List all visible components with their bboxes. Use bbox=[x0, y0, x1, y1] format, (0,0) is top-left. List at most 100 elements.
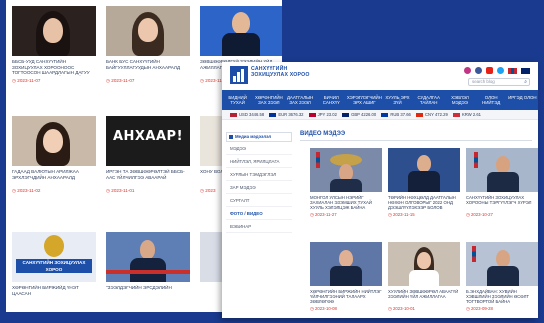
currency-code: JPY bbox=[317, 112, 326, 117]
currency-value: 37.66 bbox=[400, 112, 411, 117]
video-card[interactable]: ХУУЛИЙН ЗӨВШӨӨРӨЛ АВААГҮЙ ЗЭЭЛИЙН ҮЙЛ АЖ… bbox=[388, 242, 460, 312]
video-card[interactable]: Төрийн нөхцөлд даатгалын нөхөн олговорыг… bbox=[388, 148, 460, 218]
mongolian-flag-icon[interactable] bbox=[508, 67, 517, 74]
news-thumbnail bbox=[106, 232, 190, 282]
news-caption: БАНК БУС САНХҮҮГИЙН БАЙГУУЛЛАГУУДЫН АНХА… bbox=[106, 59, 181, 70]
nav-item[interactable]: ХӨРӨНГИЙН ЗАХ ЗЭЭЛ bbox=[253, 90, 284, 110]
currency-ticker: USD 3446.58 EUR 3676.32 JPY 23.02 GBP 42… bbox=[222, 110, 538, 120]
english-flag-icon[interactable] bbox=[521, 67, 530, 74]
sidebar-item[interactable]: Сургалт bbox=[226, 194, 292, 207]
nav-item[interactable]: ХЭРЭГЛЭГЧИЙН ЭРХ АШИГ bbox=[347, 90, 382, 110]
main-nav: БИДНИЙ ТУХАЙ ХӨРӨНГИЙН ЗАХ ЗЭЭЛ ДААТГАЛЫ… bbox=[222, 90, 538, 110]
video-date: 2023-09-28 bbox=[466, 306, 538, 312]
news-card[interactable]: АНХААР! Иргэн та зөвшөөрөлтэй ББСБ-аас ү… bbox=[106, 116, 190, 194]
news-caption: Иргэн та зөвшөөрөлтэй ББСБ-аас үйлчилгээ… bbox=[106, 169, 185, 180]
currency-value: 2.61 bbox=[472, 112, 481, 117]
currency-code: EUR bbox=[278, 112, 288, 117]
video-thumbnail bbox=[310, 242, 382, 286]
flag-icon bbox=[381, 112, 389, 117]
nav-item[interactable]: ДААТГАЛЫН ЗАХ ЗЭЭЛ bbox=[284, 90, 315, 110]
news-date: 2023-11-01 bbox=[106, 188, 190, 194]
video-caption: ХӨРӨНГИЙН БИРЖИЙН НИЙТЛЭГ ҮЙЛЧИЛГЭЭНИЙ Т… bbox=[310, 289, 382, 305]
search-placeholder: search blog bbox=[472, 79, 495, 84]
sidebar-item[interactable]: Вэбинар bbox=[226, 220, 292, 233]
search-icon[interactable]: ⌕ bbox=[524, 79, 527, 85]
nav-item[interactable]: ОЛОН НИЙТЭД bbox=[476, 90, 507, 110]
nav-item[interactable]: ХУУЛЬ ЭРХ ЗҮЙ bbox=[382, 90, 413, 110]
currency-code: GBP bbox=[351, 112, 360, 117]
video-card[interactable]: ХӨРӨНГИЙН БИРЖИЙН НИЙТЛЭГ ҮЙЛЧИЛГЭЭНИЙ Т… bbox=[310, 242, 382, 312]
facebook-icon[interactable] bbox=[475, 67, 482, 74]
nav-item[interactable]: БИДНИЙ ТУХАЙ bbox=[222, 90, 253, 110]
currency-value: 3446.58 bbox=[249, 112, 265, 117]
emblem-icon bbox=[44, 235, 64, 257]
section-title: ВИДЕО МЭДЭЭ bbox=[300, 131, 346, 137]
nav-item[interactable]: ИРГЭД ОЛОН bbox=[507, 90, 538, 110]
site-header: САНХҮҮГИЙН ЗОХИЦУУЛАХ ХОРОО search blog … bbox=[222, 62, 538, 88]
flag-icon bbox=[230, 112, 237, 117]
currency-code: KRW bbox=[461, 112, 472, 117]
alert-thumbnail: АНХААР! bbox=[106, 116, 190, 166]
nav-item[interactable]: БИЧИЛ САНХҮҮ bbox=[316, 90, 347, 110]
logo-text[interactable]: САНХҮҮГИЙН ЗОХИЦУУЛАХ ХОРОО bbox=[251, 66, 311, 78]
flag-icon bbox=[308, 112, 316, 117]
currency-value: 4226.00 bbox=[361, 112, 377, 117]
section-divider bbox=[300, 140, 532, 141]
news-caption: ГАДААД ВАЛЮТЫН АРИЛЖАА ЭРХЛЭГЧДИЙН АНХАА… bbox=[12, 169, 79, 180]
video-card[interactable]: САНХҮҮГИЙН ЗОХИЦУУЛАХ ХОРООНЫ ТЭРГҮҮЛЭГЧ… bbox=[466, 148, 538, 218]
video-caption: САНХҮҮГИЙН ЗОХИЦУУЛАХ ХОРООНЫ ТЭРГҮҮЛЭГЧ… bbox=[466, 195, 532, 206]
currency-code: USD bbox=[239, 112, 248, 117]
video-thumbnail bbox=[466, 148, 538, 192]
flag-icon bbox=[342, 112, 350, 117]
currency-value: 23.02 bbox=[326, 112, 337, 117]
video-caption: Төрийн нөхцөлд даатгалын нөхөн олговорыг… bbox=[388, 195, 456, 211]
news-card[interactable]: ББСБ-ууд Санхүүгийн зохицуулах хорооноос… bbox=[12, 6, 96, 84]
sidebar-item[interactable]: Нийтлэл, ярилцлага bbox=[226, 155, 292, 168]
news-date: 2023-11-07 bbox=[106, 78, 190, 84]
sidebar-item[interactable]: Зар мэдээ bbox=[226, 181, 292, 194]
video-card[interactable]: Б.ЭНХДАЙВАН: ХУВИЙН ХЭВШЛИЙН ЗЭЭЛИЙН ӨСӨ… bbox=[466, 242, 538, 312]
news-thumbnail bbox=[200, 6, 282, 56]
video-date: 2023-11-27 bbox=[310, 212, 382, 218]
news-caption: ХӨРӨНГИЙН БИРЖИЙД ҮНЭТ ЦААСАН bbox=[12, 285, 79, 296]
news-thumbnail bbox=[12, 116, 96, 166]
video-thumbnail bbox=[388, 242, 460, 286]
video-date: 2023-11-15 bbox=[388, 212, 460, 218]
currency-value: 472.29 bbox=[434, 112, 448, 117]
header-utilities bbox=[464, 67, 530, 74]
news-thumbnail bbox=[106, 6, 190, 56]
sidebar-item-active[interactable]: Фото / видео bbox=[226, 207, 292, 220]
news-card[interactable]: БАНК БУС САНХҮҮГИЙН БАЙГУУЛЛАГУУДЫН АНХА… bbox=[106, 6, 190, 84]
video-thumbnail bbox=[466, 242, 538, 286]
video-date: 2023-10-27 bbox=[466, 212, 538, 218]
sidebar: Медиа мэдээлэл Мэдээ Нийтлэл, ярилцлага … bbox=[226, 132, 292, 233]
news-card[interactable]: "ЗЭЭЛДЭГЧИЙН ЭРСДЭЛИЙН bbox=[106, 232, 190, 302]
news-date: 2023-11-02 bbox=[12, 188, 96, 194]
twitter-icon[interactable] bbox=[497, 67, 504, 74]
flag-icon bbox=[452, 112, 460, 117]
news-card[interactable]: ГАДААД ВАЛЮТЫН АРИЛЖАА ЭРХЛЭГЧДИЙН АНХАА… bbox=[12, 116, 96, 194]
video-card[interactable]: МОНГОЛ УЛСЫН НЭРИЙГ ЗАХИАЛАН ЭЗЭМШИХ ТУХ… bbox=[310, 148, 382, 218]
search-input[interactable]: search blog ⌕ bbox=[468, 78, 530, 86]
nav-item[interactable]: ХЭВЛЭЛ МЭДЭЭ bbox=[444, 90, 475, 110]
video-caption: ХУУЛИЙН ЗӨВШӨӨРӨЛ АВААГҮЙ ЗЭЭЛИЙН ҮЙЛ АЖ… bbox=[388, 289, 459, 300]
sidebar-item[interactable]: Хурлын тэмдэглэл bbox=[226, 168, 292, 181]
alert-text: АНХААР! bbox=[112, 129, 184, 144]
video-thumbnail bbox=[310, 148, 382, 192]
news-thumbnail bbox=[12, 6, 96, 56]
foreground-window: САНХҮҮГИЙН ЗОХИЦУУЛАХ ХОРОО search blog … bbox=[222, 62, 538, 318]
currency-value: 3676.32 bbox=[288, 112, 304, 117]
logo-icon[interactable] bbox=[230, 66, 248, 84]
news-caption: ББСБ-ууд Санхүүгийн зохицуулах хорооноос… bbox=[12, 59, 90, 76]
banner-text: САНХҮҮГИЙН ЗОХИЦУУЛАХ ХОРОО bbox=[16, 259, 92, 273]
flag-icon bbox=[416, 112, 424, 117]
video-date: 2023-10-08 bbox=[310, 306, 382, 312]
nav-item[interactable]: СУДАЛГАА ТАЙЛАН bbox=[413, 90, 444, 110]
currency-code: RUB bbox=[390, 112, 400, 117]
news-thumbnail: САНХҮҮГИЙН ЗОХИЦУУЛАХ ХОРОО bbox=[12, 232, 96, 282]
instagram-icon[interactable] bbox=[464, 67, 471, 74]
youtube-icon[interactable] bbox=[486, 67, 493, 74]
news-card[interactable]: САНХҮҮГИЙН ЗОХИЦУУЛАХ ХОРОО ХӨРӨНГИЙН БИ… bbox=[12, 232, 96, 302]
sidebar-item[interactable]: Мэдээ bbox=[226, 142, 292, 155]
news-date: 2023-11-07 bbox=[12, 78, 96, 84]
